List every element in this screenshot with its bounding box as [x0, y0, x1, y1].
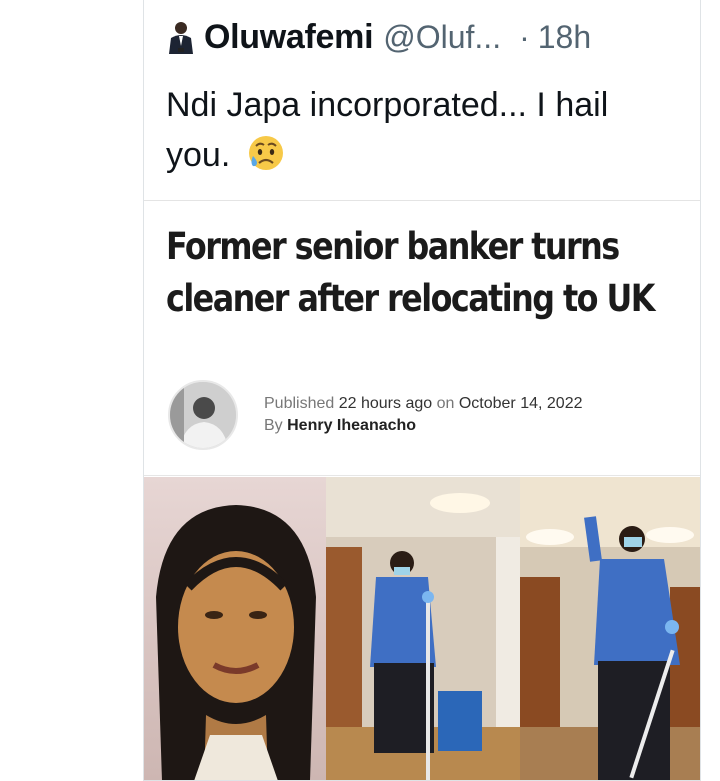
portrait-photo — [144, 477, 326, 780]
author-photo — [168, 380, 238, 450]
author-name[interactable]: Oluwafemi — [204, 18, 374, 57]
tweet-body: Ndi Japa incorporated... I hail you. — [166, 86, 609, 174]
published-date: October 14, 2022 — [458, 395, 583, 412]
separator-dot: · — [519, 18, 530, 55]
article-photo-strip[interactable] — [144, 477, 700, 780]
published-ago: 22 hours ago — [338, 395, 433, 412]
by-label: By — [264, 417, 283, 434]
article-meta: Published 22 hours ago on October 14, 20… — [264, 393, 582, 437]
published-label: Published — [264, 395, 335, 412]
cleaner-photo-2 — [520, 477, 700, 780]
tweet-text: Ndi Japa incorporated... I hail you. — [166, 80, 666, 180]
article-headline[interactable]: Former senior banker turns cleaner after… — [166, 221, 682, 325]
tweet-card[interactable]: Oluwafemi @Oluf... · 18h Ndi Japa incorp… — [143, 0, 701, 781]
profile-avatar-icon[interactable] — [166, 20, 196, 54]
tweet-header: Oluwafemi @Oluf... · 18h — [166, 12, 591, 62]
on-label: on — [436, 395, 455, 412]
divider — [144, 475, 700, 476]
article-author[interactable]: Henry Iheanacho — [287, 417, 416, 434]
article-preview[interactable]: Former senior banker turns cleaner after… — [144, 200, 700, 780]
author-handle[interactable]: @Oluf... — [383, 19, 501, 56]
sad-but-relieved-face-icon — [246, 132, 286, 172]
article-byline: Published 22 hours ago on October 14, 20… — [168, 379, 582, 451]
tweet-timestamp[interactable]: 18h — [538, 19, 591, 56]
cleaner-photo-1 — [326, 477, 520, 780]
